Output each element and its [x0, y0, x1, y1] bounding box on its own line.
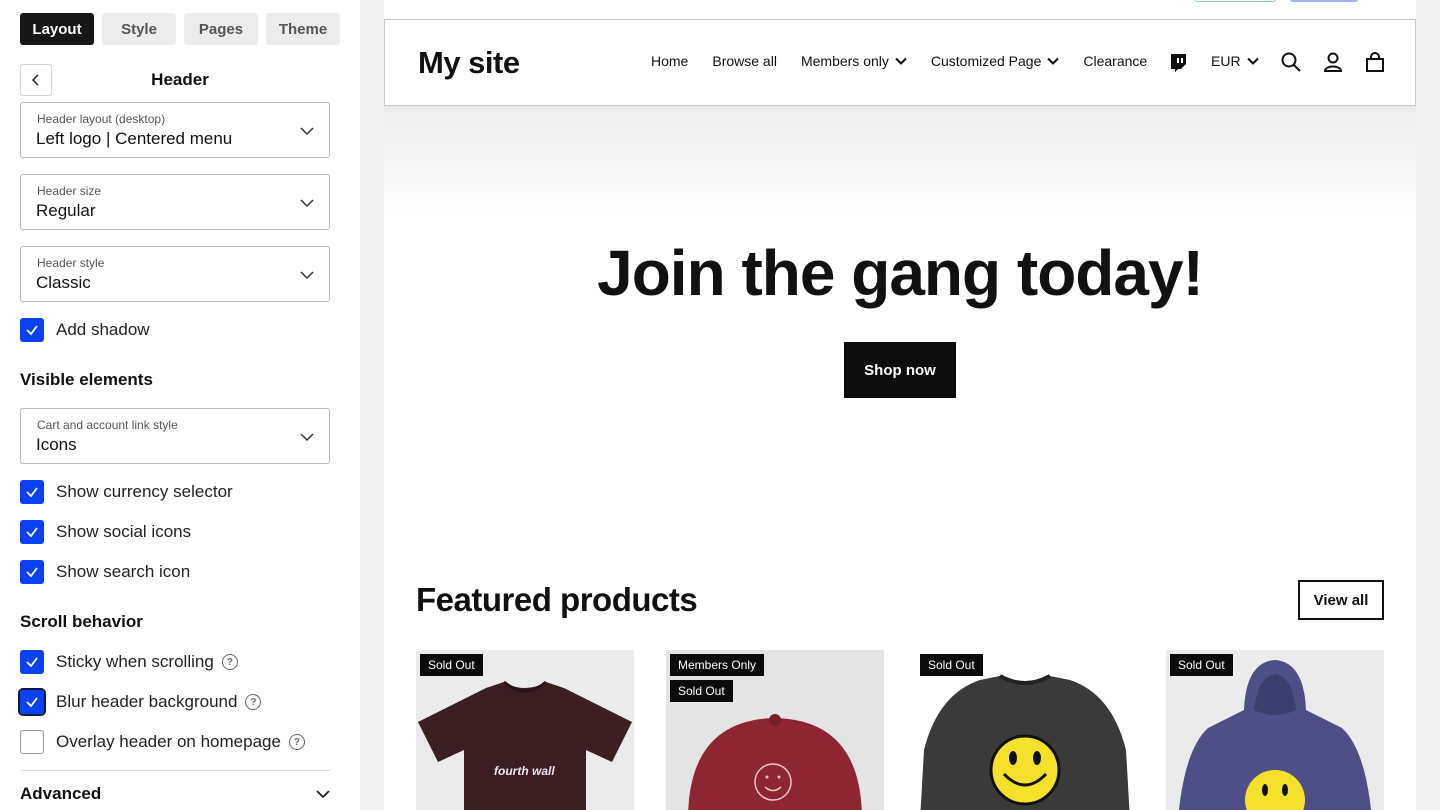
tab-style[interactable]: Style	[102, 13, 176, 45]
header-style-value: Classic	[36, 273, 91, 292]
show-currency-checkbox[interactable]	[20, 480, 44, 504]
nav-home-label: Home	[651, 53, 689, 69]
sold-out-badge: Sold Out	[420, 654, 483, 676]
chevron-down-icon	[895, 57, 907, 65]
header-size-select[interactable]: Header size Regular	[20, 174, 330, 230]
header-layout-label: Header layout (desktop)	[37, 112, 166, 126]
help-icon[interactable]: ?	[221, 654, 238, 670]
product-card[interactable]: fourth wall Sold Out	[416, 650, 634, 810]
hero-title: Join the gang today!	[597, 237, 1204, 309]
chevron-down-icon	[300, 271, 314, 280]
shop-now-button[interactable]: Shop now	[844, 342, 956, 398]
nav-members-only-label: Members only	[800, 53, 889, 69]
checkmark-icon	[26, 325, 38, 336]
sold-out-badge: Sold Out	[920, 654, 983, 676]
header-size-label: Header size	[37, 184, 102, 198]
help-icon[interactable]: ?	[245, 694, 262, 710]
tab-layout[interactable]: Layout	[20, 13, 94, 45]
add-shadow-row: Add shadow	[20, 318, 150, 342]
cart-link-style-label: Cart and account link style	[37, 418, 178, 432]
show-social-checkbox[interactable]	[20, 520, 44, 544]
divider	[20, 770, 330, 771]
view-all-button[interactable]: View all	[1298, 580, 1384, 620]
checkmark-icon	[26, 657, 38, 668]
toolbar-hint-outline	[1194, 0, 1276, 2]
twitch-icon[interactable]	[1169, 53, 1187, 73]
chevron-down-icon	[300, 433, 314, 442]
header-layout-select[interactable]: Header layout (desktop) Left logo | Cent…	[20, 102, 330, 158]
nav-members-only[interactable]: Members only	[801, 53, 907, 69]
header-style-label: Header style	[37, 256, 105, 270]
add-shadow-label: Add shadow	[56, 320, 150, 339]
show-social-label: Show social icons	[56, 522, 192, 541]
currency-value: EUR	[1211, 53, 1241, 69]
checkmark-icon	[26, 697, 38, 708]
nav-customized-page-label: Customized Page	[930, 53, 1042, 69]
sticky-label: Sticky when scrolling	[56, 652, 214, 671]
sold-out-badge: Sold Out	[1170, 654, 1233, 676]
cart-link-style-value: Icons	[36, 435, 77, 454]
overlay-label: Overlay header on homepage	[56, 732, 281, 751]
overlay-checkbox[interactable]	[20, 730, 44, 754]
checkmark-icon	[26, 567, 38, 578]
chevron-down-icon	[1246, 57, 1259, 65]
search-icon[interactable]	[1281, 52, 1301, 72]
nav-clearance[interactable]: Clearance	[1083, 53, 1147, 69]
editor-panel: Layout Style Pages Theme Header Header l…	[0, 0, 360, 810]
cart-icon[interactable]	[1365, 52, 1385, 72]
product-card[interactable]: Sold Out	[916, 650, 1134, 810]
chevron-down-icon	[1047, 57, 1060, 65]
sold-out-badge: Sold Out	[670, 680, 733, 702]
tab-pages[interactable]: Pages	[184, 13, 258, 45]
site-preview: My site Home Browse all Members only Cus…	[384, 0, 1416, 810]
toolbar-hint-filled	[1290, 0, 1358, 2]
cart-link-style-select[interactable]: Cart and account link style Icons	[20, 408, 330, 464]
show-search-checkbox[interactable]	[20, 560, 44, 584]
main-nav: Home Browse all Members only Customized …	[651, 53, 1147, 69]
help-icon[interactable]: ?	[288, 734, 305, 750]
checkmark-icon	[26, 527, 38, 538]
visible-elements-heading: Visible elements	[20, 370, 153, 389]
product-print: fourth wall	[494, 764, 555, 778]
sticky-checkbox[interactable]	[20, 650, 44, 674]
nav-browse-all-label: Browse all	[712, 53, 777, 69]
nav-browse-all[interactable]: Browse all	[712, 53, 777, 69]
product-card[interactable]: Sold Out	[1166, 650, 1384, 810]
site-logo[interactable]: My site	[418, 45, 520, 81]
checkmark-icon	[26, 487, 38, 498]
panel-title: Header	[151, 70, 209, 89]
blur-row: Blur header background ?	[18, 688, 262, 716]
header-style-select[interactable]: Header style Classic	[20, 246, 330, 302]
advanced-section-toggle[interactable]: Advanced	[20, 784, 330, 804]
members-only-badge: Members Only	[670, 654, 765, 676]
sticky-row: Sticky when scrolling ?	[20, 650, 238, 674]
chevron-down-icon	[300, 199, 314, 208]
featured-products-title: Featured products	[416, 581, 698, 618]
show-search-label: Show search icon	[56, 562, 191, 581]
blur-checkbox[interactable]	[18, 688, 46, 716]
site-header: My site Home Browse all Members only Cus…	[384, 19, 1416, 106]
product-card[interactable]: Members Only Sold Out	[666, 650, 884, 810]
show-search-row: Show search icon	[20, 560, 190, 584]
panel-tabs: Layout Style Pages Theme	[20, 13, 340, 45]
show-currency-label: Show currency selector	[56, 482, 233, 501]
advanced-label: Advanced	[20, 784, 102, 803]
add-shadow-checkbox[interactable]	[20, 318, 44, 342]
blur-label: Blur header background	[56, 692, 238, 711]
currency-selector[interactable]: EUR	[1211, 53, 1259, 69]
nav-customized-page[interactable]: Customized Page	[931, 53, 1060, 69]
account-icon[interactable]	[1323, 52, 1343, 72]
chevron-down-icon	[316, 790, 330, 799]
nav-home[interactable]: Home	[651, 53, 688, 69]
header-size-value: Regular	[36, 201, 96, 220]
chevron-down-icon	[300, 127, 314, 136]
show-social-row: Show social icons	[20, 520, 191, 544]
tab-theme[interactable]: Theme	[266, 13, 340, 45]
show-currency-row: Show currency selector	[20, 480, 233, 504]
hero-shadow	[384, 106, 1416, 216]
header-layout-value: Left logo | Centered menu	[36, 129, 233, 148]
overlay-row: Overlay header on homepage ?	[20, 730, 305, 754]
scroll-behavior-heading: Scroll behavior	[20, 612, 143, 631]
nav-clearance-label: Clearance	[1083, 53, 1148, 69]
